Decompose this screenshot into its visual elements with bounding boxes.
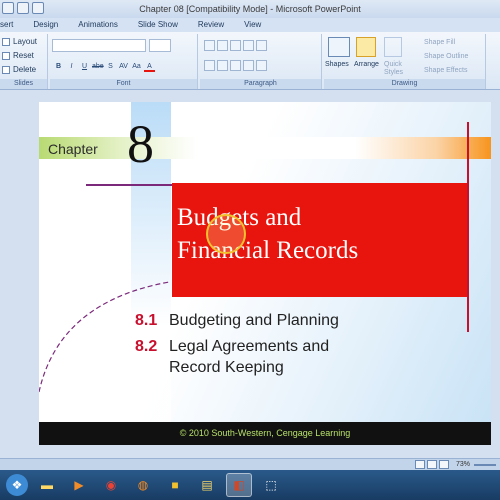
font-group-label: Font: [50, 79, 197, 89]
char-spacing-button[interactable]: AV: [118, 61, 129, 72]
dashed-arc-decoration: [39, 281, 170, 393]
justify-icon[interactable]: [243, 60, 254, 71]
font-size-box[interactable]: [149, 39, 171, 52]
tab-view[interactable]: View: [234, 18, 271, 32]
cursor-highlight: [206, 214, 246, 254]
bold-button[interactable]: B: [53, 61, 64, 72]
notes-icon[interactable]: ▤: [194, 473, 220, 497]
zoom-slider[interactable]: [474, 464, 496, 466]
ribbon: Layout Reset Delete Slides B I U abe S A…: [0, 32, 500, 90]
layout-icon: [2, 37, 10, 46]
capture-icon[interactable]: ⬚: [258, 473, 284, 497]
tab-insert[interactable]: sert: [0, 18, 23, 32]
shape-fill-button[interactable]: Shape Fill: [424, 39, 455, 46]
slide-canvas[interactable]: Chapter 8 Budgets and Financial Records …: [39, 102, 491, 445]
align-left-icon[interactable]: [204, 60, 215, 71]
quick-styles-button[interactable]: Quick Styles: [384, 61, 410, 77]
normal-view-button[interactable]: [415, 460, 425, 469]
undo-icon[interactable]: [32, 2, 44, 14]
media-player-icon[interactable]: ▶: [66, 473, 92, 497]
paragraph-group: Paragraph: [200, 34, 322, 89]
status-bar: 73%: [0, 458, 500, 470]
underline-button[interactable]: U: [79, 61, 90, 72]
paragraph-group-label: Paragraph: [200, 79, 321, 89]
font-color-button[interactable]: A: [144, 61, 155, 72]
window-title: Chapter 08 [Compatibility Mode] - Micros…: [139, 4, 361, 14]
bullets-icon[interactable]: [204, 40, 215, 51]
slide-title-line2[interactable]: Financial Records: [177, 237, 358, 265]
tab-slide-show[interactable]: Slide Show: [128, 18, 188, 32]
quick-access-toolbar: [0, 2, 44, 14]
decrease-indent-icon[interactable]: [230, 40, 241, 51]
save-icon[interactable]: [17, 2, 29, 14]
slides-group: Layout Reset Delete Slides: [0, 34, 48, 89]
item-text: Budgeting and Planning: [169, 312, 339, 329]
shapes-icon[interactable]: [328, 37, 350, 57]
reset-icon: [2, 51, 10, 60]
chapter-label: Chapter: [48, 141, 98, 157]
folder-icon[interactable]: ■: [162, 473, 188, 497]
shadow-button[interactable]: S: [105, 61, 116, 72]
firefox-icon[interactable]: ◍: [130, 473, 156, 497]
line-spacing-icon[interactable]: [256, 40, 267, 51]
arrange-icon[interactable]: [356, 37, 376, 57]
slide-show-button[interactable]: [439, 460, 449, 469]
columns-icon[interactable]: [256, 60, 267, 71]
align-center-icon[interactable]: [217, 60, 228, 71]
tab-animations[interactable]: Animations: [68, 18, 128, 32]
start-button-icon[interactable]: ❖: [6, 474, 28, 496]
shape-outline-button[interactable]: Shape Outline: [424, 53, 468, 60]
explorer-icon[interactable]: ▬: [34, 473, 60, 497]
increase-indent-icon[interactable]: [243, 40, 254, 51]
title-bar: Chapter 08 [Compatibility Mode] - Micros…: [0, 0, 500, 18]
ribbon-tabs: sert Design Animations Slide Show Review…: [0, 18, 500, 32]
tab-review[interactable]: Review: [188, 18, 234, 32]
powerpoint-icon[interactable]: ◧: [226, 473, 252, 497]
shape-effects-button[interactable]: Shape Effects: [424, 67, 467, 74]
numbering-icon[interactable]: [217, 40, 228, 51]
arrange-button[interactable]: Arrange: [354, 61, 379, 68]
red-vertical-line: [467, 122, 469, 332]
chapter-band: [39, 137, 491, 159]
chapter-number: 8: [127, 114, 154, 174]
italic-button[interactable]: I: [66, 61, 77, 72]
slide-footer: © 2010 South-Western, Cengage Learning: [39, 422, 491, 445]
strikethrough-button[interactable]: abe: [92, 61, 104, 72]
item-text: Record Keeping: [169, 359, 284, 376]
taskbar: ❖ ▬ ▶ ◉ ◍ ■ ▤ ◧ ⬚: [0, 470, 500, 500]
slide-workspace: Chapter 8 Budgets and Financial Records …: [0, 90, 500, 458]
quick-styles-icon[interactable]: [384, 37, 402, 57]
font-group: B I U abe S AV Aa A Font: [50, 34, 198, 89]
chrome-icon[interactable]: ◉: [98, 473, 124, 497]
change-case-button[interactable]: Aa: [131, 61, 142, 72]
slide-sorter-button[interactable]: [427, 460, 437, 469]
drawing-group-label: Drawing: [324, 79, 485, 89]
office-button-icon[interactable]: [2, 2, 14, 14]
delete-icon: [2, 65, 10, 74]
shapes-button[interactable]: Shapes: [325, 61, 349, 68]
slides-group-label: Slides: [0, 79, 47, 89]
tab-design[interactable]: Design: [23, 18, 68, 32]
reset-button[interactable]: Reset: [2, 51, 34, 60]
layout-button[interactable]: Layout: [2, 37, 37, 46]
font-name-box[interactable]: [52, 39, 146, 52]
delete-button[interactable]: Delete: [2, 65, 36, 74]
align-right-icon[interactable]: [230, 60, 241, 71]
drawing-group: Shapes Arrange Quick Styles Shape Fill S…: [324, 34, 486, 89]
item-text: Legal Agreements and: [169, 338, 330, 355]
